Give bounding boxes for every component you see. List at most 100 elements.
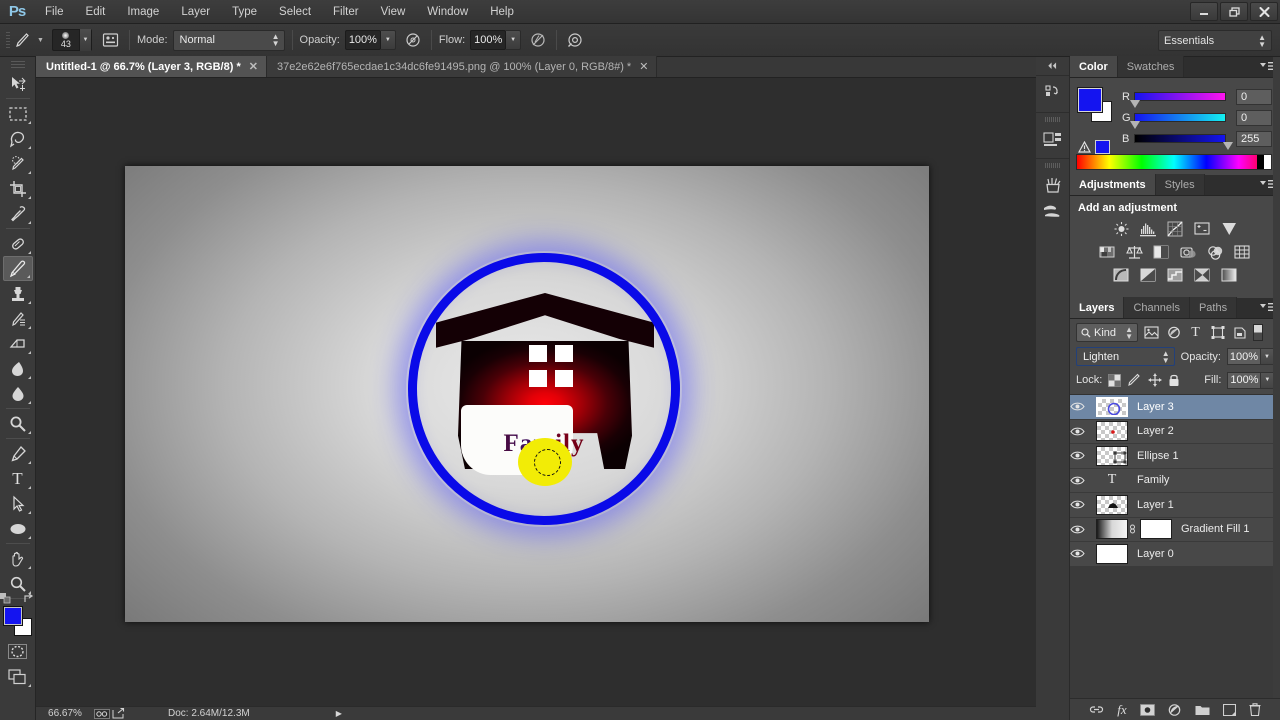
channel-value-b[interactable]: 255 (1236, 130, 1272, 147)
tab-color[interactable]: Color (1070, 56, 1118, 77)
visibility-toggle-icon[interactable] (1070, 426, 1096, 437)
visibility-toggle-icon[interactable] (1070, 524, 1096, 535)
document-settings-icon[interactable] (94, 708, 112, 719)
gradient-map-icon[interactable] (1220, 267, 1239, 283)
lock-image-icon[interactable] (1127, 371, 1142, 389)
restore-button[interactable] (1220, 2, 1248, 21)
channel-value-r[interactable]: 0 (1236, 88, 1272, 105)
layer-thumbnail[interactable] (1096, 396, 1128, 417)
layer-mask-thumbnail[interactable] (1140, 519, 1172, 540)
layer-row-layer-1[interactable]: Layer 1 (1070, 493, 1280, 518)
brush-panel-toggle-icon[interactable] (100, 29, 122, 51)
slider-track-g[interactable] (1130, 113, 1227, 129)
image-canvas[interactable]: Family (125, 166, 929, 622)
menu-image[interactable]: Image (116, 0, 170, 24)
brush-tool[interactable] (2, 256, 33, 281)
screen-mode-toggle[interactable] (3, 664, 33, 689)
color-slider-r[interactable]: R 0 (1122, 86, 1272, 108)
gradient-tool[interactable] (3, 356, 33, 381)
menu-select[interactable]: Select (268, 0, 322, 24)
color-balance-icon[interactable] (1125, 244, 1144, 260)
type-layer-thumbnail-icon[interactable]: T (1096, 470, 1128, 490)
hue-saturation-icon[interactable] (1098, 244, 1117, 260)
channel-value-g[interactable]: 0 (1236, 109, 1272, 126)
visibility-toggle-icon[interactable] (1070, 475, 1096, 486)
color-panel-swatches[interactable] (1077, 87, 1112, 122)
curves-icon[interactable] (1166, 221, 1185, 237)
clone-stamp-tool[interactable] (3, 281, 33, 306)
new-group-icon[interactable] (1195, 704, 1210, 716)
slider-knob-b[interactable] (1223, 142, 1234, 150)
menu-layer[interactable]: Layer (170, 0, 221, 24)
layer-row-layer-3[interactable]: Layer 3 (1070, 395, 1280, 420)
menu-edit[interactable]: Edit (75, 0, 117, 24)
selective-color-icon[interactable] (1193, 267, 1212, 283)
visibility-toggle-icon[interactable] (1070, 401, 1096, 412)
add-mask-icon[interactable] (1139, 703, 1155, 716)
foreground-color-swatch[interactable] (2, 606, 23, 626)
slider-track-b[interactable] (1134, 134, 1234, 150)
menu-help[interactable]: Help (479, 0, 525, 24)
gamut-warning[interactable] (1078, 140, 1110, 154)
rectangular-marquee-tool[interactable] (3, 101, 33, 126)
gradient-fill-thumbnail[interactable] (1096, 519, 1128, 540)
visibility-toggle-icon[interactable] (1070, 450, 1096, 461)
layer-row-ellipse-1[interactable]: Ellipse 1 (1070, 444, 1280, 469)
brush-panel-icon[interactable] (1036, 198, 1069, 224)
dock-grip[interactable] (1036, 117, 1069, 122)
workspace-selector[interactable]: Essentials ▲ ▼ (1158, 30, 1272, 51)
opacity-dropdown-icon[interactable]: ▼ (380, 30, 396, 50)
path-selection-tool[interactable] (3, 491, 33, 516)
black-white-icon[interactable] (1152, 244, 1171, 260)
airbrush-icon[interactable] (527, 29, 549, 51)
pen-tool[interactable] (3, 441, 33, 466)
quick-mask-toggle[interactable] (3, 639, 33, 664)
layer-row-layer-2[interactable]: Layer 2 (1070, 419, 1280, 444)
close-icon[interactable]: ✕ (249, 60, 258, 73)
spot-healing-brush-tool[interactable] (3, 231, 33, 256)
channel-mixer-icon[interactable] (1206, 244, 1225, 260)
layer-thumbnail[interactable] (1096, 445, 1128, 466)
ellipse-tool[interactable] (3, 516, 33, 541)
tab-swatches[interactable]: Swatches (1117, 56, 1185, 77)
brush-size-control[interactable]: 43 ▼ (51, 29, 92, 51)
color-slider-g[interactable]: G 0 (1122, 107, 1272, 129)
close-button[interactable] (1250, 2, 1278, 21)
brush-tool-preview-icon[interactable] (12, 29, 34, 51)
adjustment-filter-icon[interactable] (1165, 324, 1182, 342)
hand-tool[interactable] (3, 546, 33, 571)
tab-channels[interactable]: Channels (1124, 297, 1190, 318)
eyedropper-tool[interactable] (3, 201, 33, 226)
flow-input[interactable]: 100% (470, 30, 507, 50)
brush-preset-arrow-icon[interactable]: ▼ (37, 37, 44, 44)
link-mask-icon[interactable] (1128, 523, 1140, 535)
document-tab-untitled-1[interactable]: Untitled-1 @ 66.7% (Layer 3, RGB/8) * ✕ (36, 56, 267, 77)
blend-mode-select[interactable]: Normal ▲ ▼ (172, 29, 285, 51)
posterize-icon[interactable] (1139, 267, 1158, 283)
brightness-contrast-icon[interactable] (1112, 221, 1131, 237)
menu-filter[interactable]: Filter (322, 0, 370, 24)
share-icon[interactable] (112, 708, 130, 719)
status-menu-arrow-icon[interactable]: ▶ (336, 709, 342, 718)
layer-thumbnail[interactable] (1096, 421, 1128, 442)
move-tool[interactable] (3, 71, 33, 96)
tablet-pressure-icon[interactable] (564, 29, 586, 51)
minimize-button[interactable] (1190, 2, 1218, 21)
lock-all-icon[interactable] (1168, 371, 1180, 389)
color-spectrum-ramp[interactable] (1076, 154, 1272, 170)
lasso-tool[interactable] (3, 126, 33, 151)
dock-grip[interactable] (1036, 163, 1069, 168)
invert-icon[interactable] (1112, 267, 1131, 283)
tools-panel-grip[interactable] (10, 60, 25, 68)
layer-row-family[interactable]: T Family (1070, 468, 1280, 493)
levels-icon[interactable] (1139, 221, 1158, 237)
threshold-icon[interactable] (1166, 267, 1185, 283)
default-colors-icon[interactable] (0, 593, 11, 604)
slider-knob-g[interactable] (1130, 121, 1141, 129)
layer-thumbnail[interactable] (1096, 494, 1128, 515)
lock-position-icon[interactable] (1148, 371, 1162, 389)
options-bar-grip[interactable] (4, 29, 12, 51)
visibility-toggle-icon[interactable] (1070, 499, 1096, 510)
filter-toggle-switch[interactable] (1253, 324, 1263, 341)
menu-type[interactable]: Type (221, 0, 268, 24)
